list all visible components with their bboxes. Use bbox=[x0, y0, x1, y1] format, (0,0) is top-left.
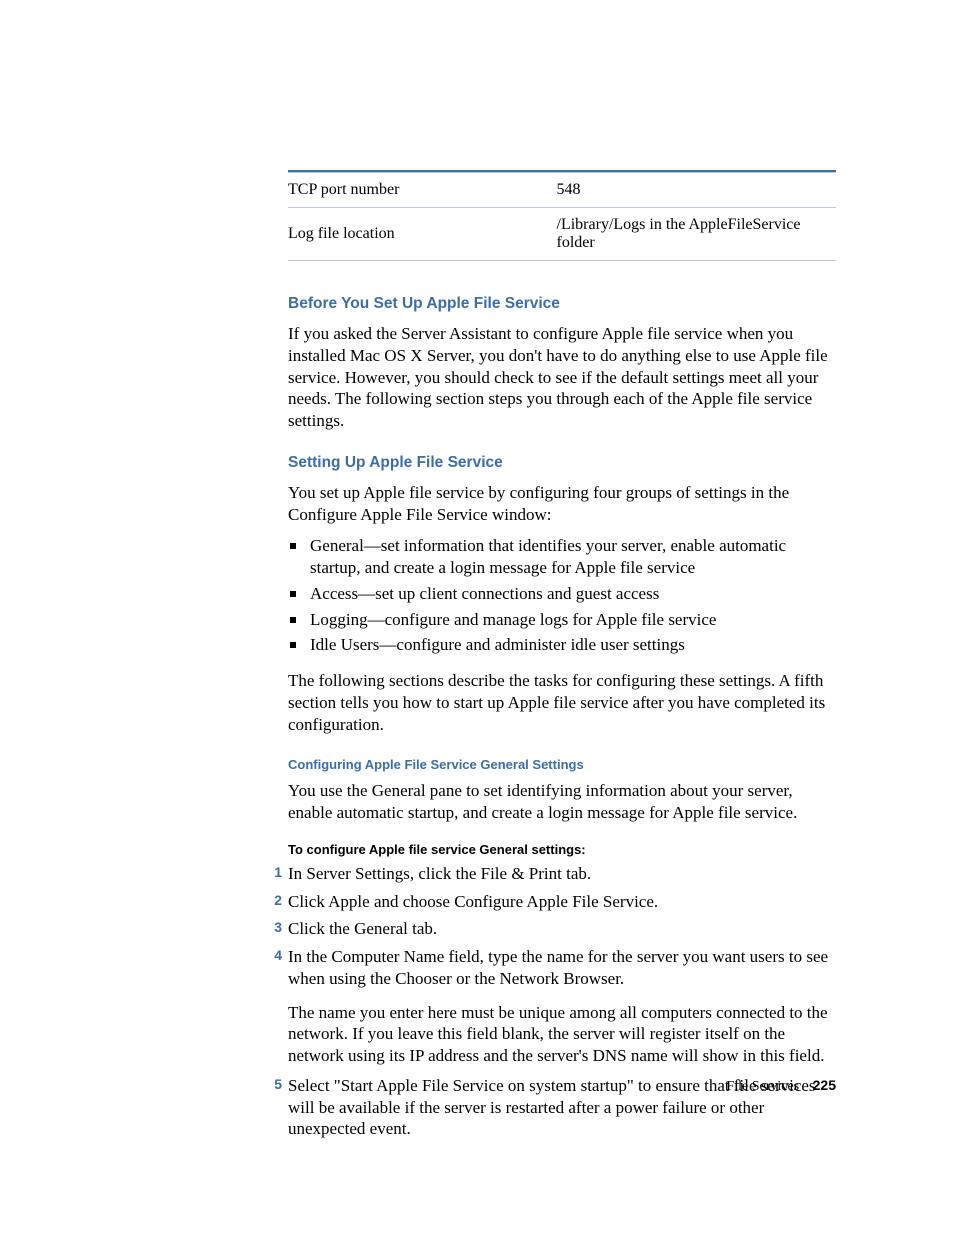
step-number: 5 bbox=[264, 1076, 282, 1094]
page-footer: File Services 225 bbox=[726, 1077, 836, 1095]
paragraph-configuring-general: You use the General pane to set identify… bbox=[288, 780, 836, 824]
heading-setting-up: Setting Up Apple File Service bbox=[288, 454, 836, 472]
heading-before-setup: Before You Set Up Apple File Service bbox=[288, 295, 836, 313]
table-row: Log file location /Library/Logs in the A… bbox=[288, 208, 836, 261]
heading-steps: To configure Apple file service General … bbox=[288, 842, 836, 857]
page-content: TCP port number 548 Log file location /L… bbox=[0, 0, 954, 1140]
list-item: Access—set up client connections and gue… bbox=[288, 583, 836, 605]
bullet-list-settings-groups: General—set information that identifies … bbox=[288, 535, 836, 656]
list-item: Idle Users—configure and administer idle… bbox=[288, 634, 836, 656]
step-text: Click Apple and choose Configure Apple F… bbox=[288, 892, 658, 911]
step-number: 1 bbox=[264, 864, 282, 882]
paragraph-setting-up-outro: The following sections describe the task… bbox=[288, 670, 836, 735]
table-cell-value: /Library/Logs in the AppleFileService fo… bbox=[557, 208, 836, 261]
step-number: 3 bbox=[264, 919, 282, 937]
step-number: 4 bbox=[264, 947, 282, 965]
table-row: TCP port number 548 bbox=[288, 173, 836, 208]
footer-page-number: 225 bbox=[813, 1077, 836, 1093]
step-item: 3 Click the General tab. bbox=[264, 918, 836, 940]
step-text: In Server Settings, click the File & Pri… bbox=[288, 864, 591, 883]
table-cell-label: TCP port number bbox=[288, 173, 557, 208]
list-item: General—set information that identifies … bbox=[288, 535, 836, 579]
step-item: 4 In the Computer Name field, type the n… bbox=[264, 946, 836, 1067]
heading-configuring-general: Configuring Apple File Service General S… bbox=[288, 757, 836, 772]
paragraph-setting-up-intro: You set up Apple file service by configu… bbox=[288, 482, 836, 526]
settings-table: TCP port number 548 Log file location /L… bbox=[288, 170, 836, 261]
table-cell-label: Log file location bbox=[288, 208, 557, 261]
step-number: 2 bbox=[264, 892, 282, 910]
step-item: 2 Click Apple and choose Configure Apple… bbox=[264, 891, 836, 913]
paragraph-before-setup: If you asked the Server Assistant to con… bbox=[288, 323, 836, 432]
step-item: 1 In Server Settings, click the File & P… bbox=[264, 863, 836, 885]
step-text: In the Computer Name field, type the nam… bbox=[288, 947, 828, 988]
ordered-steps-list: 1 In Server Settings, click the File & P… bbox=[264, 863, 836, 1140]
footer-section-name: File Services bbox=[726, 1079, 799, 1094]
step-subtext: The name you enter here must be unique a… bbox=[288, 1002, 836, 1067]
step-text: Click the General tab. bbox=[288, 919, 437, 938]
list-item: Logging—configure and manage logs for Ap… bbox=[288, 609, 836, 631]
table-cell-value: 548 bbox=[557, 173, 836, 208]
